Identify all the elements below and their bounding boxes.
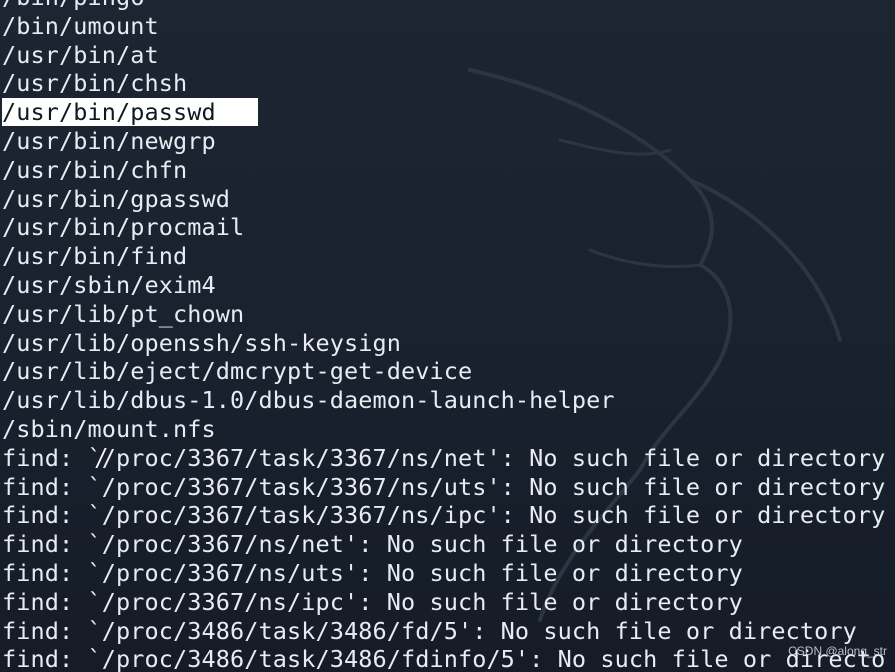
error-line: find: `/proc/3367/ns/net': No such file … [2,530,743,559]
output-line: /usr/bin/chsh [2,69,188,98]
error-line: find: `/proc/3367/ns/uts': No such file … [2,558,743,587]
output-line: /usr/bin/procmail [2,213,245,242]
error-line: find: `/proc/3486/task/3486/fdinfo/5': N… [2,645,886,672]
output-line: /usr/lib/eject/dmcrypt-get-device [2,357,473,386]
output-line: /bin/umount [2,11,159,40]
error-line: find: `/proc/3486/task/3486/fd/5': No su… [2,616,857,645]
output-line: /bin/ping6 [2,0,885,12]
watermark: CSDN @along_str [788,644,887,658]
error-line: find: `/proc/3367/task/3367/ns/net': No … [2,443,886,472]
output-line: /usr/bin/gpasswd [2,184,230,213]
output-line: /usr/bin/at [2,40,159,69]
error-line: find: `/proc/3367/task/3367/ns/ipc': No … [2,501,886,530]
error-line: find: `/proc/3367/task/3367/ns/uts': No … [2,472,886,501]
output-line: /usr/sbin/exim4 [2,270,216,299]
output-line: /usr/bin/newgrp [2,126,216,155]
output-line: /usr/lib/openssh/ssh-keysign [2,328,401,357]
output-line: /usr/lib/pt_chown [2,299,245,328]
error-line: find: `/proc/3367/ns/ipc': No such file … [2,587,743,616]
output-line: /usr/bin/chfn [2,155,188,184]
output-line: /usr/bin/find [2,242,188,271]
terminal-window[interactable]: /bin/ping6 /bin/umount /usr/bin/at /usr/… [0,0,895,672]
output-line-selected[interactable]: /usr/bin/passwd [2,98,885,127]
output-line: /usr/lib/dbus-1.0/dbus-daemon-launch-hel… [2,386,615,415]
output-line: /sbin/mount.nfs [2,414,216,443]
selected-text[interactable]: /usr/bin/passwd [2,98,258,127]
terminal-output: /bin/ping6 /bin/umount /usr/bin/at /usr/… [2,0,885,672]
